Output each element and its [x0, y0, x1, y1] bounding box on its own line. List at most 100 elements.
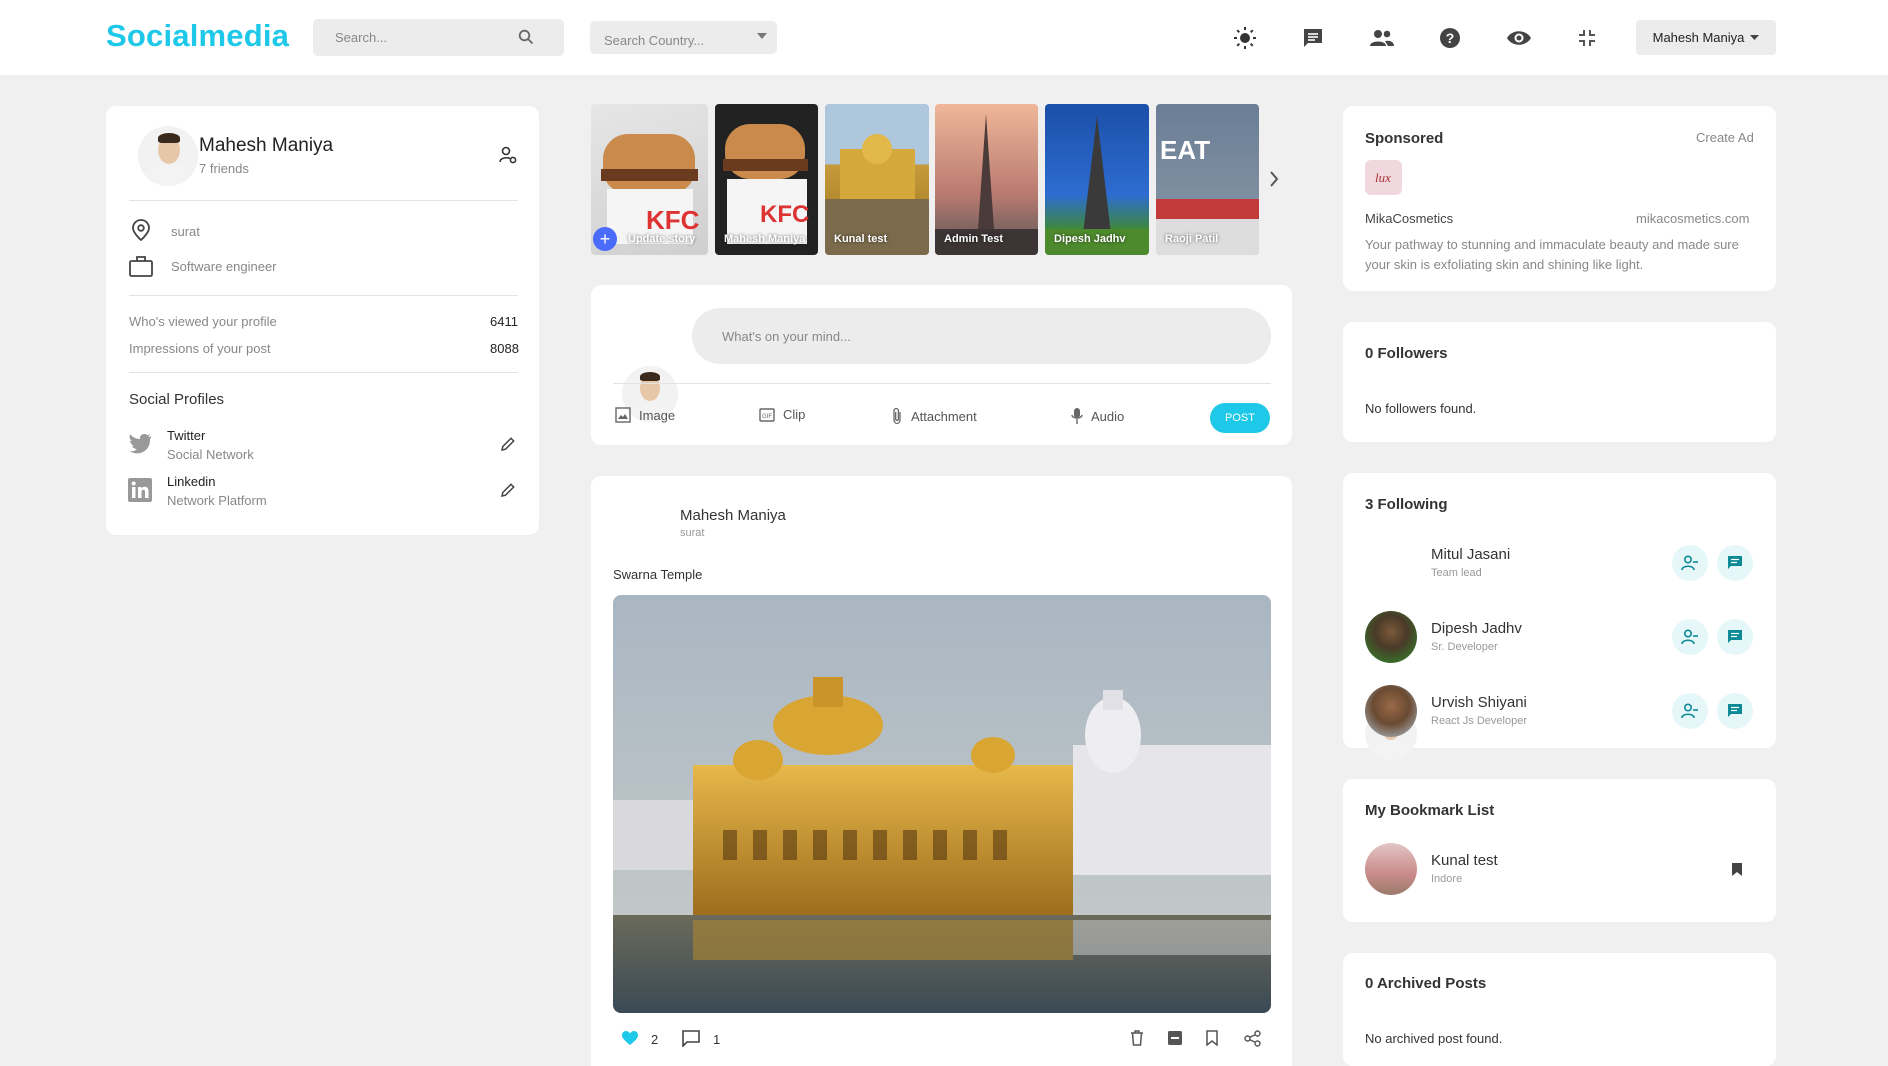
- composer-input[interactable]: What's on your mind...: [692, 308, 1271, 364]
- bookmarks-title: My Bookmark List: [1365, 802, 1495, 819]
- following-name[interactable]: Mitul Jasani: [1431, 546, 1510, 563]
- audio-action[interactable]: Audio: [1071, 407, 1124, 425]
- post-location: surat: [680, 527, 705, 539]
- following-name[interactable]: Urvish Shiyani: [1431, 694, 1527, 711]
- sponsor-logo[interactable]: lux: [1365, 160, 1402, 195]
- user-menu-label: Mahesh Maniya: [1652, 30, 1745, 45]
- image-action-label: Image: [639, 407, 676, 423]
- attachment-action-label: Attachment: [911, 408, 977, 424]
- bookmark-name[interactable]: Kunal test: [1431, 852, 1498, 869]
- chat-icon[interactable]: [1299, 24, 1327, 52]
- profile-avatar[interactable]: [138, 126, 198, 186]
- message-icon: [1728, 556, 1742, 569]
- comment-count: 1: [713, 1032, 721, 1047]
- stat-value: 6411: [490, 314, 518, 329]
- svg-text:KFC: KFC: [646, 205, 700, 235]
- stat-value: 8088: [490, 341, 519, 356]
- share-icon[interactable]: [1244, 1030, 1261, 1047]
- add-story-plus-icon[interactable]: +: [593, 227, 617, 251]
- microphone-icon: [1071, 408, 1083, 424]
- linkedin-icon: [128, 478, 152, 502]
- story-item[interactable]: KFC Mahesh Maniya: [715, 104, 818, 255]
- followers-title: 0 Followers: [1365, 345, 1448, 362]
- help-icon[interactable]: ?: [1436, 24, 1464, 52]
- story-label: Kunal test: [834, 233, 888, 245]
- sponsor-description: Your pathway to stunning and immaculate …: [1365, 237, 1739, 272]
- divider: [129, 295, 518, 296]
- social-name[interactable]: Linkedin: [167, 474, 215, 489]
- unfollow-button[interactable]: [1672, 619, 1708, 655]
- story-item[interactable]: EAT Raoji Patil: [1156, 104, 1259, 255]
- user-menu-button[interactable]: Mahesh Maniya: [1636, 20, 1776, 55]
- story-label: Mahesh Maniya: [724, 233, 806, 245]
- sponsored-title: Sponsored: [1365, 130, 1444, 147]
- eye-icon[interactable]: [1505, 24, 1533, 52]
- logo[interactable]: Socialmedia: [106, 18, 289, 54]
- unfollow-button[interactable]: [1672, 693, 1708, 729]
- sponsor-url[interactable]: mikacosmetics.com: [1636, 211, 1749, 226]
- social-name[interactable]: Twitter: [167, 428, 205, 443]
- following-title: 3 Following: [1365, 496, 1448, 513]
- clip-action[interactable]: GIF Clip: [759, 407, 805, 422]
- following-avatar[interactable]: [1365, 611, 1417, 663]
- heart-icon[interactable]: [621, 1030, 639, 1046]
- archived-card: [1343, 953, 1776, 1066]
- svg-text:KFC: KFC: [760, 201, 809, 228]
- story-add[interactable]: KFC + Update story: [591, 104, 708, 255]
- divider: [129, 200, 518, 201]
- post-image[interactable]: [613, 595, 1271, 1013]
- edit-pencil-icon[interactable]: [500, 482, 516, 498]
- like-count: 2: [651, 1032, 659, 1047]
- sponsor-brand[interactable]: MikaCosmetics: [1365, 211, 1453, 226]
- edit-pencil-icon[interactable]: [500, 436, 516, 452]
- story-item[interactable]: Kunal test: [825, 104, 929, 255]
- unfollow-button[interactable]: [1672, 545, 1708, 581]
- following-avatar[interactable]: [1365, 685, 1417, 737]
- post-author-name[interactable]: Mahesh Maniya: [680, 507, 786, 524]
- story-label: Admin Test: [944, 233, 1004, 245]
- post-button[interactable]: POST: [1210, 403, 1270, 433]
- social-sub: Network Platform: [167, 493, 267, 508]
- gif-icon: GIF: [759, 407, 775, 422]
- social-profiles-title: Social Profiles: [129, 391, 225, 408]
- story-item[interactable]: Dipesh Jadhv: [1045, 104, 1149, 255]
- comment-icon[interactable]: [682, 1030, 700, 1047]
- person-remove-icon: [1681, 703, 1698, 719]
- message-button[interactable]: [1717, 619, 1753, 655]
- people-icon[interactable]: [1368, 24, 1396, 52]
- chevron-right-icon[interactable]: [1269, 170, 1279, 188]
- search-input[interactable]: Search...: [313, 19, 564, 56]
- message-icon: [1728, 630, 1742, 643]
- archive-icon[interactable]: [1167, 1030, 1183, 1046]
- social-sub: Social Network: [167, 447, 254, 462]
- clip-action-label: Clip: [783, 407, 806, 422]
- create-ad-link[interactable]: Create Ad: [1696, 130, 1754, 145]
- story-item[interactable]: Admin Test: [935, 104, 1038, 255]
- twitter-icon: [128, 434, 152, 454]
- profile-name[interactable]: Mahesh Maniya: [199, 135, 333, 157]
- message-button[interactable]: [1717, 693, 1753, 729]
- message-button[interactable]: [1717, 545, 1753, 581]
- country-select[interactable]: Search Country...: [590, 21, 777, 54]
- manage-account-icon[interactable]: [499, 146, 517, 164]
- svg-text:EAT: EAT: [1160, 135, 1210, 165]
- bookmark-thumbnail[interactable]: [1365, 843, 1417, 895]
- image-icon: [615, 407, 631, 423]
- trash-icon[interactable]: [1130, 1030, 1144, 1046]
- story-label: Dipesh Jadhv: [1054, 233, 1126, 245]
- attachment-action[interactable]: Attachment: [891, 407, 977, 425]
- search-icon[interactable]: [518, 29, 534, 45]
- bookmark-icon[interactable]: [1206, 1030, 1218, 1046]
- image-action[interactable]: Image: [615, 407, 675, 423]
- post-caption: Swarna Temple: [613, 567, 703, 582]
- bookmark-filled-icon[interactable]: [1731, 862, 1743, 877]
- search-placeholder: Search...: [335, 30, 388, 45]
- following-name[interactable]: Dipesh Jadhv: [1431, 620, 1522, 637]
- theme-sun-icon[interactable]: [1231, 24, 1259, 52]
- stat-label: Who's viewed your profile: [129, 314, 277, 329]
- chevron-down-icon: [757, 33, 767, 39]
- composer-placeholder: What's on your mind...: [722, 329, 851, 344]
- profile-friends: 7 friends: [199, 161, 249, 176]
- following-role: Sr. Developer: [1431, 641, 1498, 653]
- fullscreen-exit-icon[interactable]: [1573, 24, 1601, 52]
